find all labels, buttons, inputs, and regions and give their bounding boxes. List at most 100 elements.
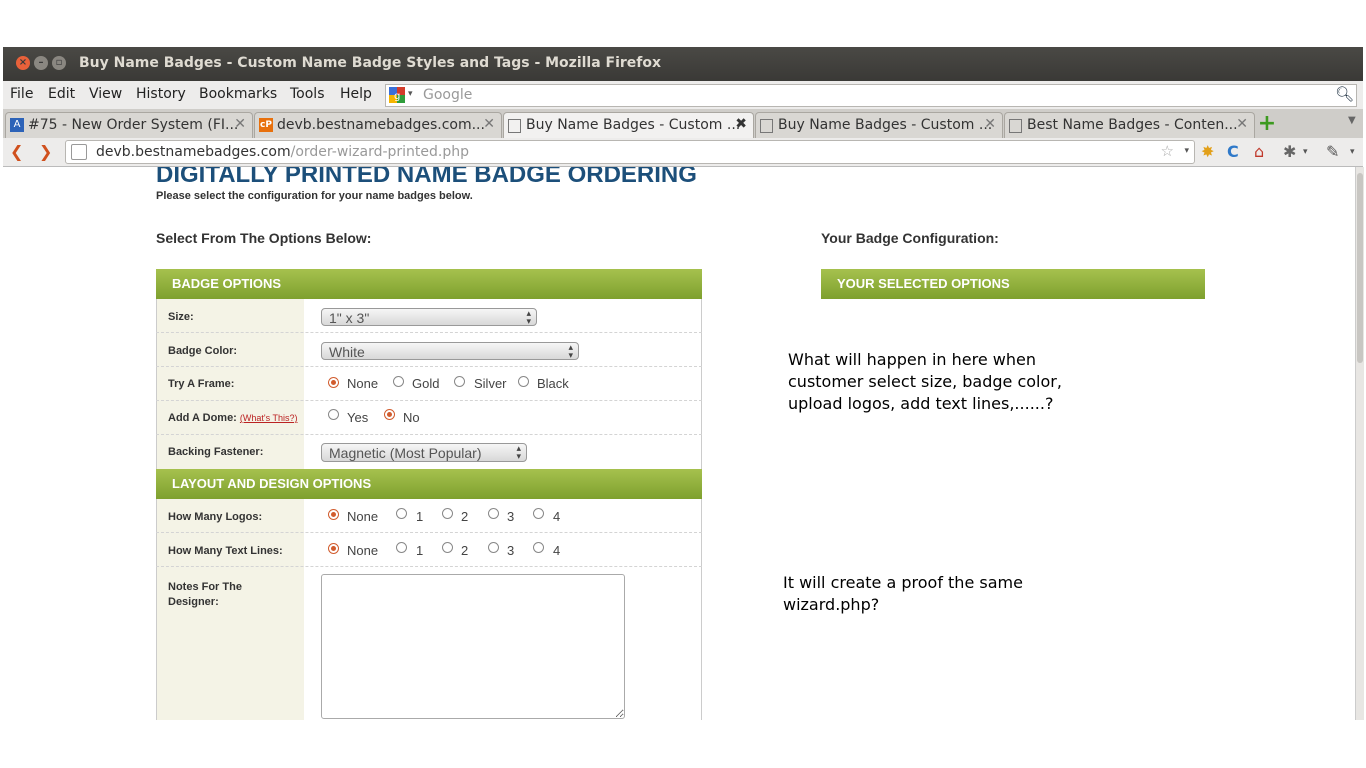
close-tab-icon[interactable]: ✕ bbox=[234, 116, 246, 132]
frame-silver-label: Silver bbox=[474, 376, 507, 391]
annotation-question-2: It will create a proof the same wizard.p… bbox=[783, 572, 1023, 616]
menu-edit[interactable]: Edit bbox=[48, 86, 75, 102]
vertical-scrollbar[interactable] bbox=[1355, 167, 1364, 720]
text-lines-2-radio[interactable] bbox=[442, 542, 453, 553]
tool-dropdown-icon[interactable]: ▾ bbox=[1350, 147, 1355, 157]
pen-tool-icon[interactable]: ✎ bbox=[1326, 142, 1339, 161]
frame-gold-radio[interactable] bbox=[393, 376, 404, 387]
tab-buy-name-badges-2[interactable]: Buy Name Badges - Custom ... ✕ bbox=[755, 112, 1003, 138]
frame-black-label: Black bbox=[537, 376, 569, 391]
home-icon[interactable]: ⌂ bbox=[1254, 142, 1264, 161]
google-icon: g bbox=[389, 87, 405, 103]
backing-select-value: Magnetic (Most Popular) bbox=[329, 445, 482, 461]
addon-dropdown-icon[interactable]: ▾ bbox=[1303, 147, 1308, 157]
minimize-window-button[interactable]: – bbox=[34, 56, 48, 70]
firebug-icon[interactable]: ✸ bbox=[1201, 142, 1214, 161]
backing-select[interactable]: Magnetic (Most Popular) ▴ ▾ bbox=[321, 443, 527, 462]
text-lines-3-radio[interactable] bbox=[488, 542, 499, 553]
text-lines-4-label: 4 bbox=[553, 543, 561, 558]
tab-label: #75 - New Order System (FI... bbox=[28, 117, 239, 133]
configuration-heading: Your Badge Configuration: bbox=[821, 230, 999, 246]
close-window-button[interactable]: × bbox=[16, 56, 30, 70]
scrollbar-thumb[interactable] bbox=[1357, 173, 1363, 363]
dome-yes-radio[interactable] bbox=[328, 409, 339, 420]
menu-file[interactable]: File bbox=[10, 86, 33, 102]
size-select-value: 1" x 3" bbox=[329, 310, 370, 326]
menu-tools[interactable]: Tools bbox=[290, 86, 325, 102]
tab-new-order-system[interactable]: A #75 - New Order System (FI... ✕ bbox=[5, 112, 253, 138]
close-tab-icon[interactable]: ✕ bbox=[1236, 116, 1248, 132]
frame-silver-radio[interactable] bbox=[454, 376, 465, 387]
close-tab-icon[interactable]: ✕ bbox=[984, 116, 996, 132]
url-history-dropdown-icon[interactable]: ▾ bbox=[1184, 146, 1189, 156]
logos-1-radio[interactable] bbox=[396, 508, 407, 519]
text-lines-1-radio[interactable] bbox=[396, 542, 407, 553]
close-tab-icon[interactable]: ✕ bbox=[483, 116, 495, 132]
frame-black-radio[interactable] bbox=[518, 376, 529, 387]
logos-row: How Many Logos: None 1 2 3 4 bbox=[156, 499, 702, 533]
text-lines-none-radio[interactable] bbox=[328, 543, 339, 554]
svg-text:g: g bbox=[394, 91, 400, 102]
navigation-bar: ❮ ❯ devb.bestnamebadges.com/order-wizard… bbox=[3, 138, 1363, 167]
search-icon[interactable]: 🔍︎ bbox=[1335, 85, 1354, 103]
logos-3-label: 3 bbox=[507, 509, 515, 524]
badge-color-select-value: White bbox=[329, 344, 365, 360]
tab-buy-name-badges-active[interactable]: Buy Name Badges - Custom ... ✖ bbox=[503, 112, 754, 138]
size-select[interactable]: 1" x 3" ▴ ▾ bbox=[321, 308, 537, 326]
tab-bar: A #75 - New Order System (FI... ✕ cP dev… bbox=[3, 109, 1363, 138]
page-subtitle: Please select the configuration for your… bbox=[156, 190, 473, 202]
tab-favicon-page-icon bbox=[508, 119, 521, 133]
tab-cpanel[interactable]: cP devb.bestnamebadges.com... ✕ bbox=[254, 112, 502, 138]
logos-4-radio[interactable] bbox=[533, 508, 544, 519]
frame-none-radio[interactable] bbox=[328, 377, 339, 388]
logos-3-radio[interactable] bbox=[488, 508, 499, 519]
logos-2-radio[interactable] bbox=[442, 508, 453, 519]
tab-favicon-page-icon bbox=[1009, 119, 1022, 133]
options-heading: Select From The Options Below: bbox=[156, 230, 372, 246]
text-lines-4-radio[interactable] bbox=[533, 542, 544, 553]
whats-this-link[interactable]: (What's This?) bbox=[240, 413, 298, 423]
backing-label: Backing Fastener: bbox=[168, 446, 264, 458]
menu-help[interactable]: Help bbox=[340, 86, 372, 102]
search-placeholder: Google bbox=[423, 87, 473, 103]
tab-label: Buy Name Badges - Custom ... bbox=[778, 117, 993, 133]
select-arrows-icon: ▴ ▾ bbox=[516, 443, 521, 461]
tab-favicon: A bbox=[10, 118, 24, 132]
tab-favicon-page-icon bbox=[760, 119, 773, 133]
search-engine-dropdown-icon[interactable]: ▾ bbox=[408, 89, 413, 99]
tab-best-name-badges[interactable]: Best Name Badges - Conten... ✕ bbox=[1004, 112, 1255, 138]
logos-none-radio[interactable] bbox=[328, 509, 339, 520]
tab-list-dropdown-icon[interactable]: ▼ bbox=[1348, 115, 1356, 126]
dome-no-radio[interactable] bbox=[384, 409, 395, 420]
close-tab-icon[interactable]: ✖ bbox=[735, 116, 747, 132]
forward-arrow-icon[interactable]: ❯ bbox=[39, 142, 52, 161]
url-bar[interactable]: devb.bestnamebadges.com/order-wizard-pri… bbox=[65, 140, 1195, 164]
menu-bookmarks[interactable]: Bookmarks bbox=[199, 86, 277, 102]
logos-4-label: 4 bbox=[553, 509, 561, 524]
logos-2-label: 2 bbox=[461, 509, 469, 524]
site-identity-icon[interactable] bbox=[71, 144, 87, 160]
backing-row: Backing Fastener: Magnetic (Most Popular… bbox=[156, 435, 702, 469]
logos-label: How Many Logos: bbox=[168, 511, 263, 523]
tab-label: Buy Name Badges - Custom ... bbox=[526, 117, 741, 133]
addon-bug-icon[interactable]: ✱ bbox=[1283, 142, 1296, 161]
badge-color-select[interactable]: White ▴ ▾ bbox=[321, 342, 579, 360]
new-tab-plus-icon[interactable]: + bbox=[1256, 113, 1278, 135]
search-input[interactable]: g ▾ Google 🔍︎ bbox=[385, 84, 1357, 107]
badge-color-row: Badge Color: White ▴ ▾ bbox=[156, 333, 702, 367]
text-lines-none-label: None bbox=[347, 543, 379, 558]
logos-none-label: None bbox=[347, 509, 379, 524]
annotation-question-1: What will happen in here when customer s… bbox=[788, 349, 1062, 415]
selected-options-header: YOUR SELECTED OPTIONS bbox=[821, 269, 1205, 299]
maximize-window-button[interactable]: ▫ bbox=[52, 56, 66, 70]
dome-row: Add A Dome: (What's This?) Yes No bbox=[156, 401, 702, 435]
bookmark-star-icon[interactable]: ☆ bbox=[1161, 142, 1174, 160]
window-title: Buy Name Badges - Custom Name Badge Styl… bbox=[79, 55, 662, 71]
dome-label-text: Add A Dome: bbox=[168, 412, 237, 424]
menu-history[interactable]: History bbox=[136, 86, 186, 102]
menu-view[interactable]: View bbox=[89, 86, 122, 102]
menubar: File Edit View History Bookmarks Tools H… bbox=[3, 81, 1363, 109]
notes-textarea[interactable] bbox=[321, 574, 625, 719]
reload-icon[interactable]: C bbox=[1227, 142, 1239, 161]
back-arrow-icon[interactable]: ❮ bbox=[10, 142, 23, 161]
